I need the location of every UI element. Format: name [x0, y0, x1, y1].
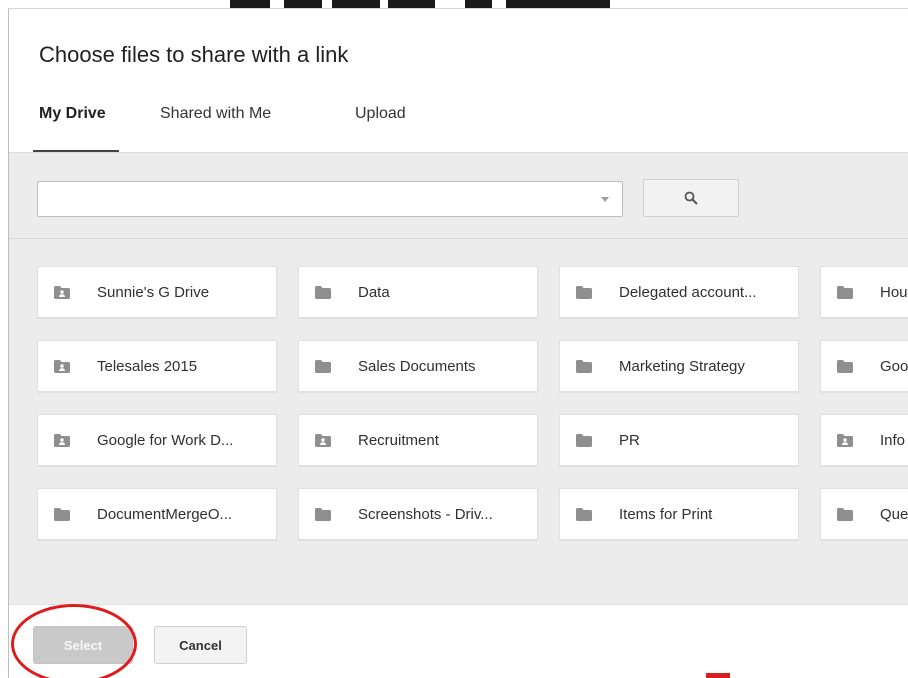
folder-item[interactable]: Info [820, 414, 908, 466]
folder-icon [837, 286, 853, 299]
folder-icon [315, 508, 331, 521]
folder-item-label: Sales Documents [358, 358, 476, 375]
folder-item-label: Data [358, 284, 390, 301]
folder-item[interactable]: PR [559, 414, 799, 466]
shared-folder-icon [315, 434, 331, 447]
folder-item-label: Screenshots - Driv... [358, 506, 493, 523]
file-browser-panel: Sunnie's G Drive Data Delegated account...… [9, 152, 908, 604]
folder-item-label: Que [880, 506, 908, 523]
folder-item[interactable]: Sunnie's G Drive [37, 266, 277, 318]
folder-icon [576, 508, 592, 521]
search-icon [684, 191, 698, 205]
folder-item-label: Google for Work D... [97, 432, 234, 449]
folder-icon [576, 360, 592, 373]
tab-shared-with-me[interactable]: Shared with Me [160, 105, 271, 123]
folder-item[interactable]: DocumentMergeO... [37, 488, 277, 540]
folder-icon [576, 286, 592, 299]
background-window-fragment [230, 0, 610, 8]
folder-item-label: Telesales 2015 [97, 358, 198, 375]
shared-folder-icon [54, 286, 70, 299]
folder-item[interactable]: Items for Print [559, 488, 799, 540]
folder-item[interactable]: Telesales 2015 [37, 340, 277, 392]
share-link-dialog: Choose files to share with a link My Dri… [8, 8, 908, 678]
folder-item[interactable]: Marketing Strategy [559, 340, 799, 392]
annotation-mark [706, 673, 730, 678]
shared-folder-icon [54, 360, 70, 373]
select-button[interactable]: Select [33, 626, 133, 664]
folder-item[interactable]: Delegated account... [559, 266, 799, 318]
tab-bar: My Drive Shared with Me Upload [9, 97, 908, 157]
screenshot-stage: Choose files to share with a link My Dri… [0, 0, 908, 678]
folder-item[interactable]: Screenshots - Driv... [298, 488, 538, 540]
folder-item-label: Goo [880, 358, 908, 375]
folder-item[interactable]: Data [298, 266, 538, 318]
folder-icon [54, 508, 70, 521]
dialog-footer: Select Cancel [9, 604, 908, 678]
folder-item[interactable]: Goo [820, 340, 908, 392]
folder-item-label: PR [619, 432, 640, 449]
folder-item-label: Marketing Strategy [619, 358, 745, 375]
chevron-down-icon[interactable] [601, 197, 609, 202]
folder-icon [315, 286, 331, 299]
folder-item-label: Sunnie's G Drive [97, 284, 210, 301]
tab-my-drive[interactable]: My Drive [39, 105, 106, 123]
folder-item[interactable]: Que [820, 488, 908, 540]
folder-item[interactable]: Google for Work D... [37, 414, 277, 466]
folder-item-label: DocumentMergeO... [97, 506, 233, 523]
folder-item[interactable]: Recruitment [298, 414, 538, 466]
search-button[interactable] [643, 179, 739, 217]
folder-item[interactable]: Hou [820, 266, 908, 318]
folder-item-label: Hou [880, 284, 908, 301]
folder-icon [837, 360, 853, 373]
folder-icon [315, 360, 331, 373]
folder-item[interactable]: Sales Documents [298, 340, 538, 392]
cancel-button[interactable]: Cancel [154, 626, 247, 664]
search-input[interactable] [37, 181, 623, 217]
folder-item-label: Info [880, 432, 906, 449]
folder-icon [576, 434, 592, 447]
dialog-title: Choose files to share with a link [39, 42, 349, 67]
folder-grid: Sunnie's G Drive Data Delegated account...… [9, 266, 908, 596]
tab-upload[interactable]: Upload [355, 105, 406, 123]
shared-folder-icon [837, 434, 853, 447]
search-bar [9, 153, 908, 239]
folder-item-label: Delegated account... [619, 284, 757, 301]
folder-icon [837, 508, 853, 521]
shared-folder-icon [54, 434, 70, 447]
folder-item-label: Items for Print [619, 506, 713, 523]
folder-item-label: Recruitment [358, 432, 439, 449]
